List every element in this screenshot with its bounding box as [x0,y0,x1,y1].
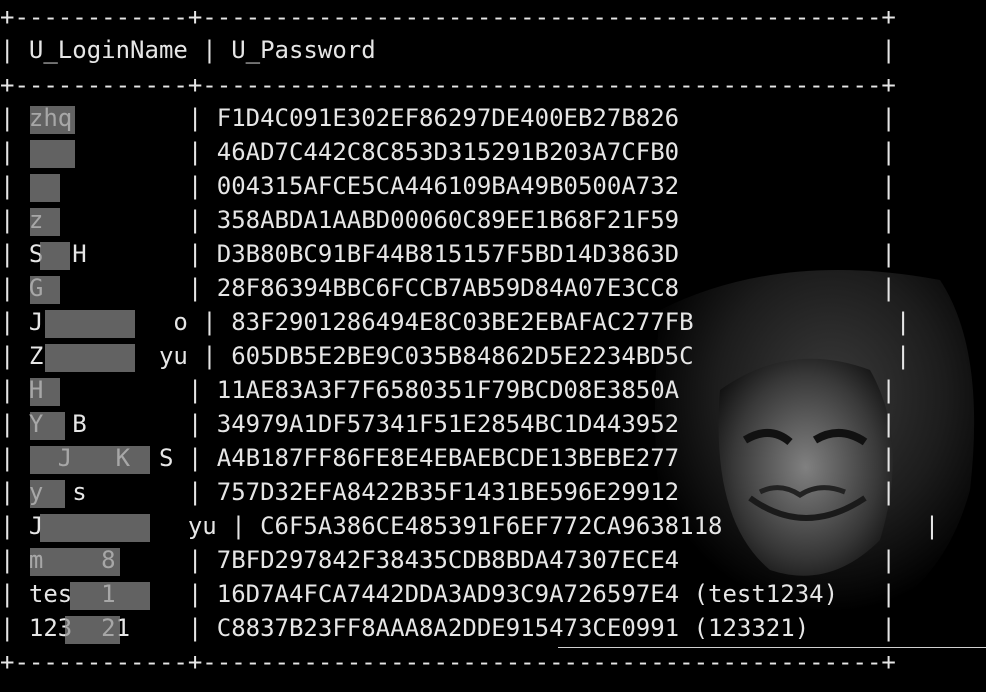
table-header-row: | U_LoginName | U_Password | [0,36,896,64]
table-row: | z | 358ABDA1AABD00060C89EE1B68F21F59 | [0,206,896,234]
pixelation-block [40,514,150,542]
pixelation-block [30,378,60,406]
pixelation-block [30,480,65,508]
table-row: | m 8 | 7BFD297842F38435CDB8BDA47307ECE4… [0,546,896,574]
table-row: | J o | 83F2901286494E8C03BE2EBAFAC277FB… [0,308,911,336]
table-border-top: +------------+--------------------------… [0,3,896,31]
pixelation-block [45,344,135,372]
selection-underline [558,647,986,648]
pixelation-block [45,310,135,338]
pixelation-block [70,582,150,610]
table-row: | Z yu | 605DB5E2BE9C035B84862D5E2234BD5… [0,342,911,370]
table-border-middle: +------------+--------------------------… [0,71,896,99]
table-border-bottom: +------------+--------------------------… [0,648,896,676]
table-row: | y s | 757D32EFA8422B35F1431BE596E29912… [0,478,896,506]
pixelation-block [30,276,60,304]
table-row: | | 46AD7C442C8C853D315291B203A7CFB0 | [0,138,896,166]
table-row: | S H | D3B80BC91BF44B815157F5BD14D3863D… [0,240,896,268]
table-row: | | 004315AFCE5CA446109BA49B0500A732 | [0,172,896,200]
terminal-window: +------------+--------------------------… [0,0,986,692]
pixelation-block [65,616,120,644]
pixelation-block [30,446,150,474]
pixelation-block [30,140,75,168]
pixelation-block [40,242,70,270]
table-row: | H | 11AE83A3F7F6580351F79BCD08E3850A | [0,376,896,404]
table-row: | G | 28F86394BBC6FCCB7AB59D84A07E3CC8 | [0,274,896,302]
pixelation-block [30,106,75,134]
pixelation-block [30,412,65,440]
pixelation-block [30,174,60,202]
pixelation-block [30,208,60,236]
table-row: | zhq | F1D4C091E302EF86297DE400EB27B826… [0,104,896,132]
pixelation-block [30,548,120,576]
table-row: | Y B | 34979A1DF57341F51E2854BC1D443952… [0,410,896,438]
table-row: | 123 21 | C8837B23FF8AAA8A2DDE915473CE0… [0,614,896,642]
